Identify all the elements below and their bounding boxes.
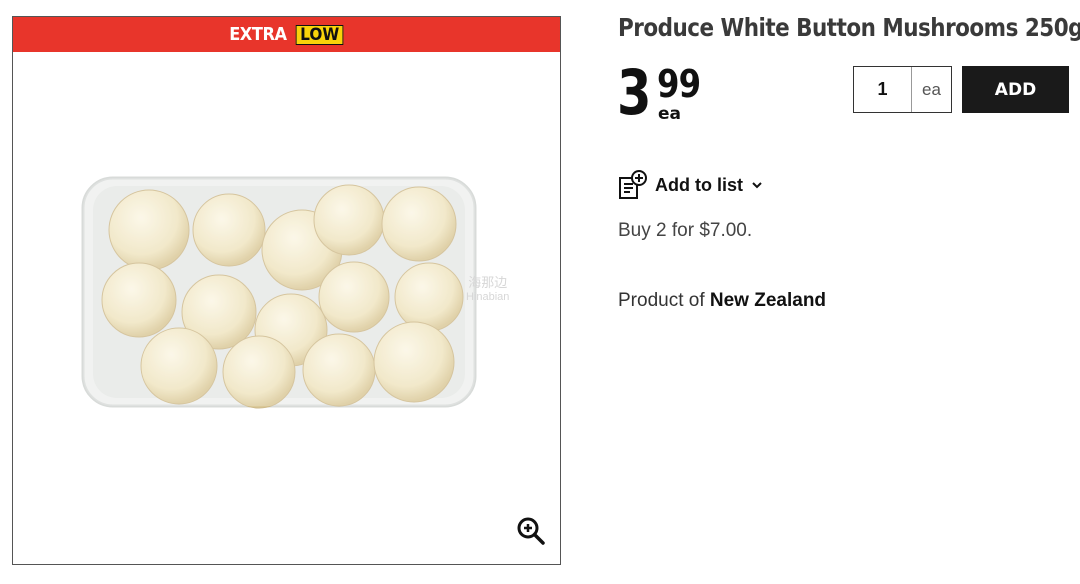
chevron-down-icon bbox=[752, 182, 762, 189]
add-to-list-label: Add to list bbox=[655, 174, 743, 195]
add-to-list-button[interactable]: Add to list bbox=[617, 169, 763, 201]
watermark: 海那边 Hinabian bbox=[466, 276, 509, 304]
price-unit: ea bbox=[658, 104, 682, 124]
product-price: 3 99 ea bbox=[617, 56, 747, 132]
product-image bbox=[81, 176, 477, 409]
extra-low-badge: EXTRA LOW bbox=[13, 17, 560, 52]
price-dollars: 3 bbox=[617, 56, 652, 129]
zoom-in-icon[interactable] bbox=[516, 516, 546, 546]
origin-prefix: Product of bbox=[618, 290, 705, 311]
quantity-unit: ea bbox=[922, 79, 941, 99]
price-cents: 99 bbox=[657, 62, 701, 106]
product-title: Produce White Button Mushrooms 250g bbox=[618, 13, 1080, 42]
promo-text: Buy 2 for $7.00. bbox=[618, 220, 753, 241]
quantity-stepper: ea bbox=[853, 66, 952, 113]
origin-country: New Zealand bbox=[709, 290, 827, 311]
list-add-icon bbox=[619, 170, 647, 199]
add-to-cart-button[interactable]: ADD bbox=[962, 66, 1069, 113]
watermark-line2: Hinabian bbox=[466, 291, 510, 303]
badge-extra-text: EXTRA bbox=[229, 24, 288, 45]
quantity-input[interactable] bbox=[854, 67, 912, 112]
product-origin: Product of New Zealand bbox=[618, 290, 826, 312]
watermark-line1: 海那边 bbox=[468, 275, 508, 290]
badge-low-text: LOW bbox=[295, 24, 344, 45]
